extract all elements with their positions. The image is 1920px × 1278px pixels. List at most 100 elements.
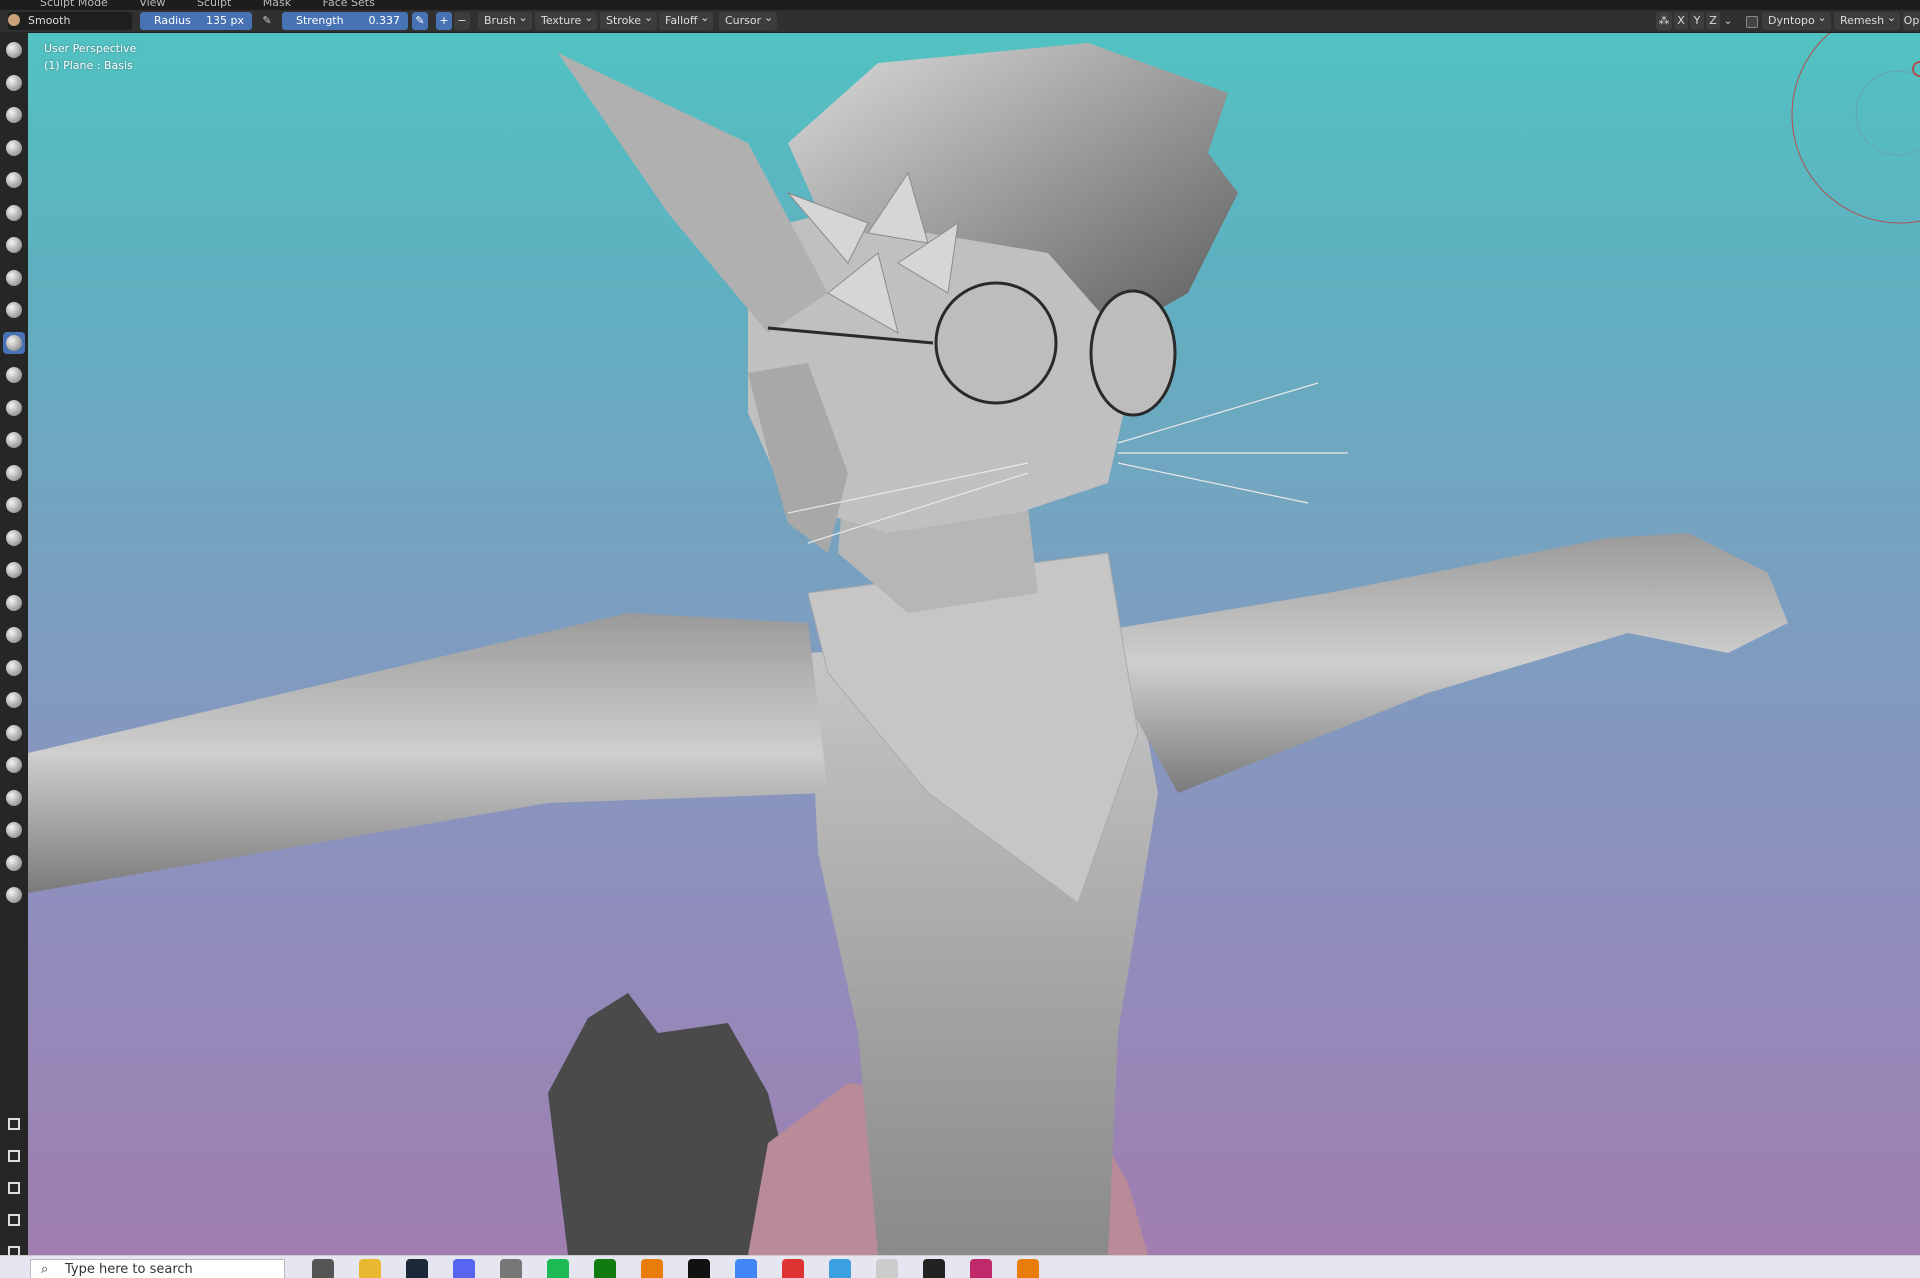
sculpt-tool-13[interactable] [3,429,25,451]
sculpt-tool-icon [6,74,22,91]
sculpt-tool-15[interactable] [3,494,25,516]
sculpt-tool-icon [6,237,22,253]
sculpt-tool-11[interactable] [3,364,25,386]
tool-settings-header: Smooth Radius 135 px ✎ Strength 0.337 ✎ … [0,9,1920,33]
symmetry-z-button[interactable]: Z [1706,12,1720,30]
options-dropdown[interactable]: Op [1903,12,1920,30]
sculpt-tool-icon [6,269,22,286]
menu-view[interactable]: View [139,0,165,9]
strength-field[interactable]: Strength 0.337 [282,12,408,30]
sculpt-tool-27[interactable] [3,884,25,906]
sculpt-tool-4[interactable] [3,137,25,159]
strength-pressure-icon[interactable]: ✎ [412,12,428,30]
falloff-dropdown[interactable]: Falloff [659,9,714,30]
radius-value: 135 px [206,14,244,27]
spotify-icon[interactable] [547,1259,569,1278]
symmetry-icon[interactable]: ⁂ [1656,12,1672,30]
texture-dropdown[interactable]: Texture [535,9,598,30]
discord-icon[interactable] [453,1259,475,1278]
sculpt-tool-23[interactable] [3,754,25,776]
right-arm-shape [1088,533,1788,793]
sculpt-tool-17[interactable] [3,559,25,581]
sculpt-tool-2[interactable] [3,72,25,94]
sculpt-tool-20[interactable] [3,657,25,679]
menu-mask[interactable]: Mask [263,0,291,9]
sculpt-tool-icon [6,724,22,741]
sculpt-tool-12[interactable] [3,397,25,419]
symmetry-y-button[interactable]: Y [1690,12,1704,30]
brush-name: Smooth [28,14,71,27]
sculpt-tool-14[interactable] [3,462,25,484]
intellij-icon[interactable] [970,1259,992,1278]
sculpt-tool-1[interactable] [3,39,25,61]
menu-face-sets[interactable]: Face Sets [323,0,375,9]
search-placeholder: Type here to search [65,1262,193,1277]
steam-icon[interactable] [406,1259,428,1278]
sculpt-tool-19[interactable] [3,624,25,646]
notepad-icon[interactable] [829,1259,851,1278]
sculpt-tool-10[interactable] [3,331,25,354]
sculpt-tool-6[interactable] [3,202,25,224]
sculpt-tool-26[interactable] [3,852,25,874]
radius-pressure-icon[interactable]: ✎ [258,12,276,30]
windows-taskbar: ⌕ Type here to search [0,1255,1920,1278]
blender-icon[interactable] [641,1259,663,1278]
search-icon: ⌕ [41,1262,49,1277]
sculpt-tool-icon [6,659,22,676]
sculpt-tool-16[interactable] [3,527,25,549]
sculpt-tool-28[interactable] [3,1113,25,1135]
sculpt-tool-9[interactable] [3,299,25,321]
navigation-gizmo[interactable]: Y [1428,33,1920,233]
top-menu-items: Sculpt Mode View Sculpt Mask Face Sets [40,0,403,9]
menu-mode[interactable]: Sculpt Mode [40,0,108,9]
task-view-icon[interactable] [312,1259,334,1278]
sculpt-tool-icon [6,854,22,871]
sculpt-tool-icon [6,822,22,838]
sculpt-tool-22[interactable] [3,722,25,744]
3d-viewport[interactable]: User Perspective (1) Plane : Basis [28,33,1920,1255]
settings-icon[interactable] [500,1259,522,1278]
symmetry-options-chevron-icon[interactable]: ⌄ [1722,12,1734,30]
sculpt-tool-7[interactable] [3,234,25,256]
paint-icon[interactable] [782,1259,804,1278]
sculpt-tool-3[interactable] [3,104,25,126]
subtract-direction-button[interactable]: − [454,12,470,30]
file-explorer-icon[interactable] [359,1259,381,1278]
sculpt-tool-icon [6,529,22,546]
x-app-icon[interactable] [923,1259,945,1278]
brush-dropdown[interactable]: Brush [478,9,532,30]
chrome-icon[interactable] [735,1259,757,1278]
capcut-icon[interactable] [688,1259,710,1278]
stroke-dropdown[interactable]: Stroke [600,9,658,30]
taskbar-search-field[interactable]: ⌕ Type here to search [30,1259,285,1278]
dyntopo-checkbox[interactable] [1746,12,1758,30]
sculpt-tool-31[interactable] [3,1209,25,1231]
radius-field[interactable]: Radius 135 px [140,12,252,30]
sculpt-tool-icon [6,464,22,481]
xbox-icon[interactable] [594,1259,616,1278]
menu-sculpt[interactable]: Sculpt [197,0,231,9]
sculpt-tool-18[interactable] [3,592,25,614]
sculpt-tool-icon [8,1182,20,1194]
sculpt-tool-5[interactable] [3,169,25,191]
sculpt-tool-24[interactable] [3,787,25,809]
file-icon[interactable] [876,1259,898,1278]
sculpt-tool-30[interactable] [3,1177,25,1199]
sculpt-tool-icon [6,367,22,383]
cursor-dropdown[interactable]: Cursor [719,9,778,30]
brush-icon [8,14,20,26]
sculpt-tool-icon [6,42,22,58]
sculpt-toolbar [0,33,29,1258]
remesh-dropdown[interactable]: Remesh [1834,9,1901,30]
sculpt-tool-21[interactable] [3,689,25,711]
add-direction-button[interactable]: + [436,12,452,30]
sculpt-tool-icon [6,692,22,708]
dyntopo-dropdown[interactable]: Dyntopo [1762,9,1831,30]
sculpt-tool-8[interactable] [3,267,25,289]
sculpt-tool-29[interactable] [3,1145,25,1167]
blender-alt-icon[interactable] [1017,1259,1039,1278]
symmetry-x-button[interactable]: X [1674,12,1688,30]
brush-selector[interactable]: Smooth [8,12,132,30]
sculpt-tool-25[interactable] [3,819,25,841]
sculpt-tool-icon [6,757,22,773]
